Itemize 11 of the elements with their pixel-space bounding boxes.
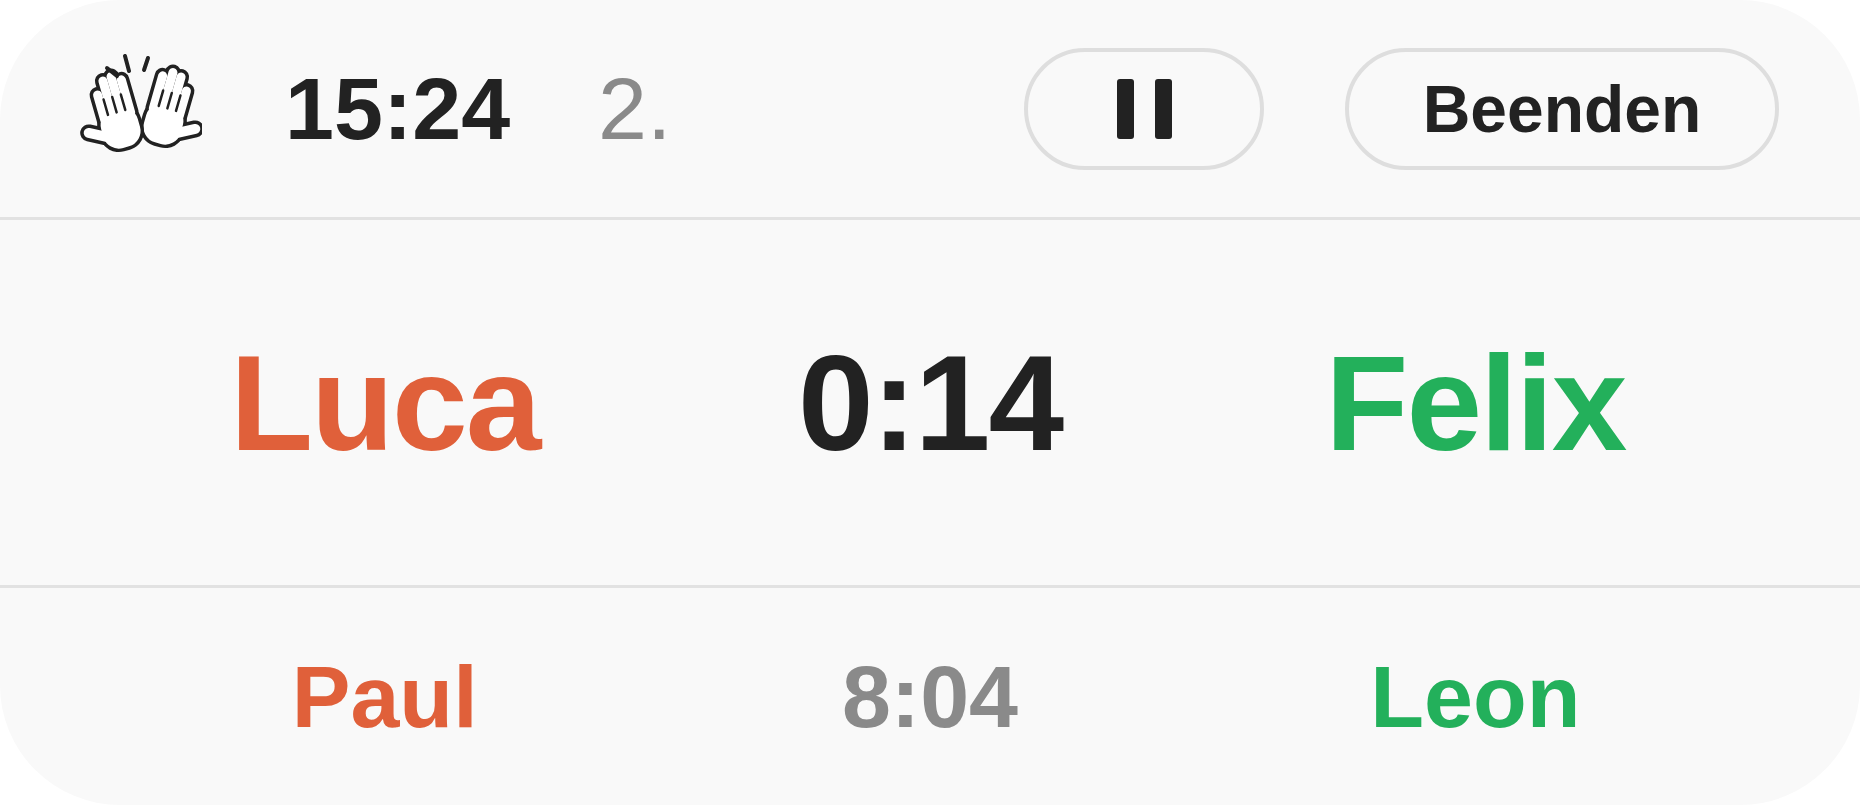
period-number: 2. (598, 64, 672, 153)
player-name: Felix (1325, 334, 1626, 471)
player-name: Luca (229, 334, 540, 471)
match-timer: 0:14 (797, 334, 1063, 471)
next-player-name: Leon (1370, 652, 1581, 741)
pause-icon (1116, 78, 1172, 139)
end-button[interactable]: Beenden (1345, 47, 1779, 170)
next-match-time: 8:04 (841, 652, 1019, 741)
pause-button[interactable] (1024, 47, 1264, 170)
game-clock: 15:24 (285, 64, 511, 153)
next-player-name: Paul (291, 652, 478, 741)
